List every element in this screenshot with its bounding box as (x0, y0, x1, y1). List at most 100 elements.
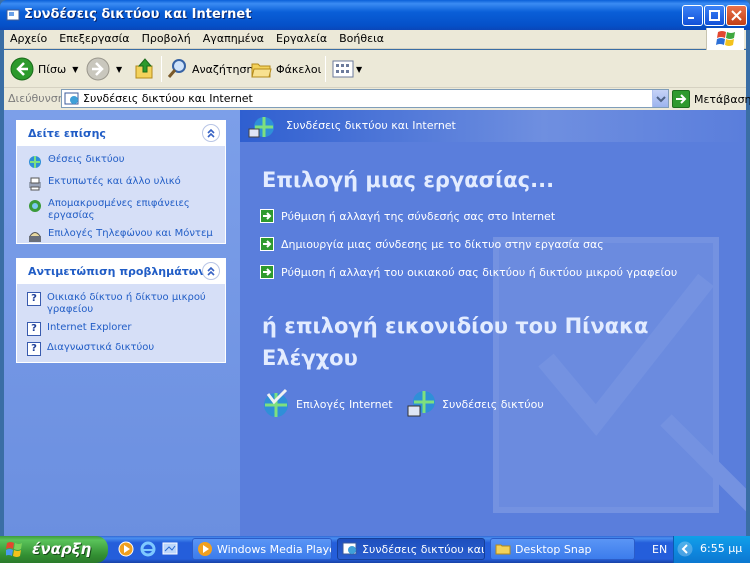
help-icon: ? (27, 292, 41, 306)
pick-icon-heading-line2: Ελέγχου (262, 346, 358, 370)
go-label: Μετάβαση (694, 92, 750, 106)
window-title: Συνδέσεις δικτύου και Internet (24, 7, 252, 22)
media-player-quicklaunch-icon[interactable] (118, 541, 134, 557)
printer-icon (29, 177, 41, 191)
sidebar-item-phone-modem[interactable]: Επιλογές Τηλεφώνου και Μόντεμ (27, 228, 215, 244)
folders-button[interactable]: Φάκελοι (250, 54, 321, 84)
minimize-icon (688, 17, 694, 19)
taskbar-button-network-connections[interactable]: Συνδέσεις δικτύου και... (337, 538, 485, 560)
chevron-up-icon (207, 266, 215, 276)
toolbar: Πίσω ▼ ▼ Αναζήτηση Φάκελοι ▼ (4, 50, 746, 88)
collapse-button[interactable] (202, 262, 220, 280)
sidebar-item-network-diagnostics[interactable]: ? Διαγνωστικά δικτύου (27, 342, 215, 356)
folders-icon (251, 63, 272, 78)
views-dropdown-icon[interactable]: ▼ (356, 65, 362, 74)
close-button[interactable] (726, 5, 747, 26)
taskbar-button-desktop-snap[interactable]: Desktop Snap (490, 538, 635, 560)
menu-tools[interactable]: Εργαλεία (270, 30, 333, 45)
sidebar-item-remote-desktops[interactable]: Απομακρυσμένες επιφάνειες εργασίας (27, 198, 215, 222)
see-also-title: Δείτε επίσης (28, 127, 106, 140)
sidebar-item-home-network-help[interactable]: ? Οικιακό δίκτυο ή δίκτυο μικρού γραφείο… (27, 292, 215, 316)
views-button[interactable]: ▼ (332, 54, 362, 84)
taskbar: έναρξη Windows Media Player Συνδέσεις δι… (0, 536, 750, 563)
menu-favorites[interactable]: Αγαπημένα (197, 30, 270, 45)
task-link-home-network[interactable]: Ρύθμιση ή αλλαγή του οικιακού σας δικτύο… (260, 265, 677, 279)
see-also-header[interactable]: Δείτε επίσης (17, 121, 225, 146)
task-label: Δημιουργία μιας σύνδεσης με το δίκτυο στ… (281, 237, 604, 251)
address-value: Συνδέσεις δικτύου και Internet (83, 92, 253, 105)
sidebar-item-ie-help[interactable]: ? Internet Explorer (27, 322, 215, 336)
phone-modem-icon (29, 232, 41, 242)
see-also-panel: Δείτε επίσης Θέσεις δικτύου Εκτυπωτές κα… (16, 120, 226, 244)
network-folder-icon (64, 92, 79, 105)
forward-button[interactable]: ▼ (86, 54, 122, 84)
cp-icon-label: Επιλογές Internet (296, 397, 393, 411)
arrow-right-icon (260, 209, 274, 223)
cp-icon-internet-options[interactable]: Επιλογές Internet (260, 388, 393, 420)
menu-help[interactable]: Βοήθεια (333, 30, 390, 45)
forward-arrow-icon (86, 57, 110, 81)
main-pane: Συνδέσεις δικτύου και Internet Επιλογή μ… (240, 110, 746, 536)
close-icon (731, 10, 742, 21)
pick-task-heading: Επιλογή μιας εργασίας... (262, 168, 555, 192)
back-dropdown-icon[interactable]: ▼ (72, 65, 78, 74)
taskbar-button-label: Συνδέσεις δικτύου και... (362, 542, 485, 556)
minimize-button[interactable] (682, 5, 703, 26)
menu-file[interactable]: Αρχείο (4, 30, 53, 45)
task-link-workplace[interactable]: Δημιουργία μιας σύνδεσης με το δίκτυο στ… (260, 237, 604, 251)
address-dropdown-button[interactable] (652, 90, 668, 107)
taskbar-button-media-player[interactable]: Windows Media Player (192, 538, 332, 560)
taskbar-button-label: Windows Media Player (217, 542, 332, 556)
sidebar-item-label: Διαγνωστικά δικτύου (47, 342, 155, 353)
remote-desktop-icon (29, 200, 41, 212)
start-label: έναρξη (32, 540, 92, 558)
windows-logo-icon (706, 28, 744, 50)
taskbar-button-label: Desktop Snap (515, 542, 592, 556)
cp-icon-network-connections[interactable]: Συνδέσεις δικτύου (406, 388, 544, 420)
task-pane: Δείτε επίσης Θέσεις δικτύου Εκτυπωτές κα… (4, 110, 240, 536)
category-header: Συνδέσεις δικτύου και Internet (240, 110, 746, 142)
menu-view[interactable]: Προβολή (136, 30, 197, 45)
title-bar[interactable]: Συνδέσεις δικτύου και Internet (0, 0, 750, 30)
folder-icon (495, 544, 511, 555)
go-button[interactable]: Μετάβαση (672, 90, 750, 108)
help-icon: ? (27, 322, 41, 336)
internet-options-icon (264, 388, 288, 417)
up-folder-button[interactable] (134, 54, 156, 84)
sidebar-item-label: Οικιακό δίκτυο ή δίκτυο μικρού γραφείου (47, 292, 206, 315)
help-icon: ? (27, 342, 41, 356)
toolbar-separator (325, 56, 326, 82)
sidebar-item-label: Απομακρυσμένες επιφάνειες εργασίας (48, 198, 190, 221)
show-desktop-quicklaunch-icon[interactable] (162, 541, 178, 557)
sidebar-item-label: Επιλογές Τηλεφώνου και Μόντεμ (48, 228, 213, 239)
windows-logo-icon (6, 542, 22, 557)
sidebar-item-printers[interactable]: Εκτυπωτές και άλλο υλικό (27, 176, 215, 192)
clock[interactable]: 6:55 μμ (700, 542, 742, 555)
tray-expand-icon[interactable] (677, 541, 693, 557)
address-input[interactable]: Συνδέσεις δικτύου και Internet (61, 89, 669, 108)
task-link-internet[interactable]: Ρύθμιση ή αλλαγή της σύνδεσής σας στο In… (260, 209, 555, 223)
back-button[interactable]: Πίσω ▼ (10, 54, 78, 84)
collapse-button[interactable] (202, 124, 220, 142)
cp-icon-label: Συνδέσεις δικτύου (442, 397, 544, 411)
back-label: Πίσω (38, 62, 67, 76)
sidebar-item-network-places[interactable]: Θέσεις δικτύου (27, 154, 215, 170)
internet-explorer-quicklaunch-icon[interactable] (140, 541, 156, 557)
forward-dropdown-icon[interactable]: ▼ (116, 65, 122, 74)
maximize-icon (709, 10, 720, 21)
task-label: Ρύθμιση ή αλλαγή του οικιακού σας δικτύο… (281, 265, 678, 279)
search-button[interactable]: Αναζήτηση (166, 54, 253, 84)
arrow-right-icon (260, 237, 274, 251)
language-indicator[interactable]: EN (652, 543, 667, 556)
menu-edit[interactable]: Επεξεργασία (53, 30, 135, 45)
back-arrow-icon (10, 57, 34, 81)
sidebar-item-label: Θέσεις δικτύου (48, 154, 125, 165)
address-label: Διεύθυνση (8, 92, 65, 105)
troubleshooting-header[interactable]: Αντιμετώπιση προβλημάτων (17, 259, 225, 284)
sidebar-item-label: Εκτυπωτές και άλλο υλικό (48, 176, 181, 187)
network-folder-icon (342, 542, 357, 555)
maximize-button[interactable] (704, 5, 725, 26)
start-button[interactable]: έναρξη (0, 536, 108, 563)
troubleshooting-panel: Αντιμετώπιση προβλημάτων ? Οικιακό δίκτυ… (16, 258, 226, 363)
network-connections-icon (407, 391, 435, 417)
